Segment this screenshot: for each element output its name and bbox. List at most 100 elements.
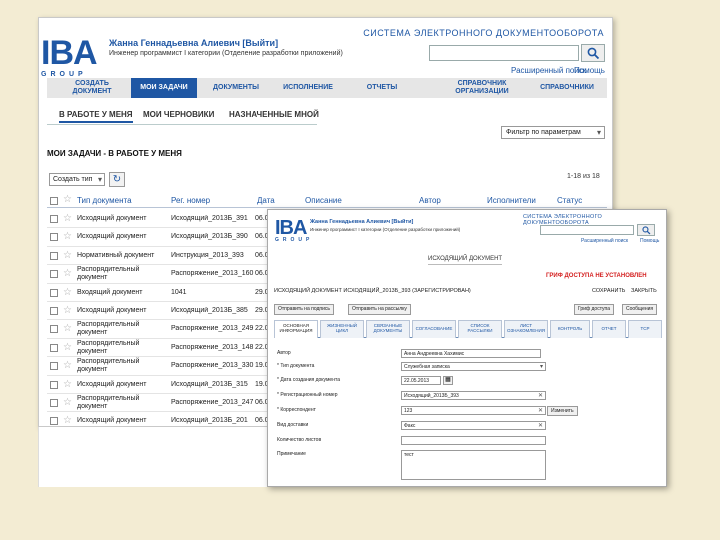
filter-dropdown[interactable]: Фильтр по параметрам ▾ <box>501 126 605 139</box>
row-checkbox[interactable] <box>50 288 58 297</box>
create-type-dropdown[interactable]: Создать тип ▾ <box>49 173 105 186</box>
tab-main-info[interactable]: ОСНОВНАЯ ИНФОРМАЦИЯ <box>274 320 318 338</box>
help-link[interactable]: Помощь <box>640 238 659 244</box>
cell-reg-number: Распоряжение_2013_160 <box>171 270 254 278</box>
tab-lifecycle[interactable]: ЖИЗНЕННЫЙ ЦИКЛ <box>320 320 364 338</box>
subtab-in-work[interactable]: В РАБОТЕ У МЕНЯ <box>59 110 133 123</box>
access-stamp-button[interactable]: Гриф доступа <box>574 304 615 315</box>
delivery-type-field[interactable]: Факс ✕ <box>401 421 546 430</box>
star-icon[interactable]: ☆ <box>63 416 72 426</box>
row-checkbox[interactable] <box>50 270 58 279</box>
change-button[interactable]: Изменить <box>547 406 578 416</box>
user-name[interactable]: Жанна Геннадьевна Алиевич [Выйти] <box>109 38 278 48</box>
clear-icon[interactable]: ✕ <box>538 407 543 414</box>
tab-distribution-list[interactable]: СПИСОК РАССЫЛКИ <box>458 320 502 338</box>
nav-documents[interactable]: ДОКУМЕНТЫ <box>203 78 269 98</box>
calendar-icon[interactable]: ▦ <box>443 376 453 385</box>
send-for-signature-button[interactable]: Отправить на подпись <box>274 304 335 315</box>
nav-reports[interactable]: ОТЧЕТЫ <box>357 78 407 98</box>
star-icon[interactable]: ☆ <box>63 361 72 371</box>
nav-my-tasks[interactable]: МОИ ЗАДАЧИ <box>131 78 197 98</box>
nav-execution[interactable]: ИСПОЛНЕНИЕ <box>275 78 341 98</box>
correspondent-field[interactable]: 123 ✕ <box>401 406 546 415</box>
row-checkbox[interactable] <box>50 307 58 315</box>
creation-date-field[interactable]: 22.05.2013 <box>401 376 441 385</box>
star-icon[interactable]: ☆ <box>63 232 72 242</box>
tab-report[interactable]: ОТЧЕТ <box>592 320 626 338</box>
help-link[interactable]: Помощь <box>574 66 605 75</box>
star-icon[interactable]: ☆ <box>63 324 72 334</box>
star-icon[interactable]: ☆ <box>63 287 72 298</box>
cell-doc-type[interactable]: Исходящий документ <box>77 215 169 223</box>
star-icon[interactable]: ☆ <box>63 398 72 408</box>
cell-doc-type[interactable]: Распорядительный документ <box>77 395 169 411</box>
row-checkbox[interactable] <box>50 251 58 260</box>
col-author[interactable]: Автор <box>419 196 441 205</box>
row-checkbox[interactable] <box>50 233 58 242</box>
refresh-button[interactable]: ↻ <box>109 172 125 187</box>
nav-directories[interactable]: СПРАВОЧНИКИ <box>532 78 602 98</box>
star-icon[interactable]: ☆ <box>63 306 72 316</box>
row-checkbox[interactable] <box>50 343 58 352</box>
star-icon[interactable]: ☆ <box>63 269 72 279</box>
clear-icon[interactable]: ✕ <box>538 422 543 429</box>
select-all-checkbox[interactable] <box>50 197 58 205</box>
clear-icon[interactable]: ✕ <box>538 392 543 399</box>
note-textarea[interactable]: тест <box>401 450 546 480</box>
author-field[interactable]: Анна Андреевна Хахимис <box>401 349 541 358</box>
col-reg-number[interactable]: Рег. номер <box>171 196 210 205</box>
close-button[interactable]: ЗАКРЫТЬ <box>631 288 657 294</box>
nav-org-directory[interactable]: СПРАВОЧНИК ОРГАНИЗАЦИИ <box>447 78 517 98</box>
cell-doc-type[interactable]: Исходящий документ <box>77 417 169 425</box>
search-input[interactable] <box>540 225 634 235</box>
tab-related-documents[interactable]: СВЯЗАННЫЕ ДОКУМЕНТЫ <box>366 320 410 338</box>
cell-doc-type[interactable]: Распорядительный документ <box>77 321 169 337</box>
correspondent-value: 123 <box>404 408 413 414</box>
row-checkbox[interactable] <box>50 362 58 371</box>
star-icon[interactable]: ☆ <box>63 250 72 261</box>
iba-logo[interactable]: IBA GROUP <box>41 36 98 78</box>
iba-logo[interactable]: IBA GROUP <box>275 218 313 243</box>
reg-number-field[interactable]: Исходящий_2013Б_393 ✕ <box>401 391 546 400</box>
col-date[interactable]: Дата <box>257 196 275 205</box>
sheet-count-field[interactable] <box>401 436 546 445</box>
col-description[interactable]: Описание <box>305 196 342 205</box>
tab-control[interactable]: КОНТРОЛЬ <box>550 320 590 338</box>
cell-doc-type[interactable]: Нормативный документ <box>77 252 169 260</box>
row-checkbox[interactable] <box>50 380 58 389</box>
messages-button[interactable]: Сообщения <box>622 304 658 315</box>
user-name[interactable]: Жанна Геннадьевна Алиевич [Выйти] <box>310 219 413 225</box>
row-checkbox[interactable] <box>50 325 58 334</box>
col-executors[interactable]: Исполнители <box>487 196 536 205</box>
cell-doc-type[interactable]: Исходящий документ <box>77 307 169 315</box>
row-checkbox[interactable] <box>50 399 58 407</box>
nav-create-document[interactable]: СОЗДАТЬ ДОКУМЕНТ <box>57 78 127 98</box>
cell-doc-type[interactable]: Распорядительный документ <box>77 340 169 356</box>
tab-tsr[interactable]: ТСР <box>628 320 662 338</box>
cell-doc-type[interactable]: Исходящий документ <box>77 233 169 241</box>
subtab-assigned-by-me[interactable]: НАЗНАЧЕННЫЕ МНОЙ <box>229 110 319 119</box>
logo-subtext: GROUP <box>275 237 314 243</box>
cell-doc-type[interactable]: Входящий документ <box>77 289 169 297</box>
star-icon[interactable]: ☆ <box>63 379 72 390</box>
cell-doc-type[interactable]: Распорядительный документ <box>77 266 169 282</box>
cell-doc-type[interactable]: Распорядительный документ <box>77 358 169 374</box>
col-doc-type[interactable]: Тип документа <box>77 196 132 205</box>
star-icon[interactable]: ☆ <box>63 342 72 353</box>
advanced-search-link[interactable]: Расширенный поиск <box>581 238 628 244</box>
star-icon[interactable]: ☆ <box>63 195 72 205</box>
col-status[interactable]: Статус <box>557 196 582 205</box>
row-checkbox[interactable] <box>50 417 58 426</box>
tab-acquaintance-sheet[interactable]: ЛИСТ ОЗНАКОМЛЕНИЯ <box>504 320 548 338</box>
doc-type-select[interactable]: Служебная записка ▾ <box>401 362 546 371</box>
search-input[interactable] <box>429 45 579 61</box>
cell-doc-type[interactable]: Исходящий документ <box>77 381 169 389</box>
star-icon[interactable]: ☆ <box>63 214 72 224</box>
send-for-distribution-button[interactable]: Отправить на рассылку <box>348 304 411 315</box>
tab-approval[interactable]: СОГЛАСОВАНИЕ <box>412 320 456 338</box>
search-button[interactable] <box>637 224 655 236</box>
subtab-my-drafts[interactable]: МОИ ЧЕРНОВИКИ <box>143 110 214 119</box>
row-checkbox[interactable] <box>50 215 58 223</box>
search-button[interactable] <box>581 44 605 62</box>
save-button[interactable]: СОХРАНИТЬ <box>592 288 625 294</box>
